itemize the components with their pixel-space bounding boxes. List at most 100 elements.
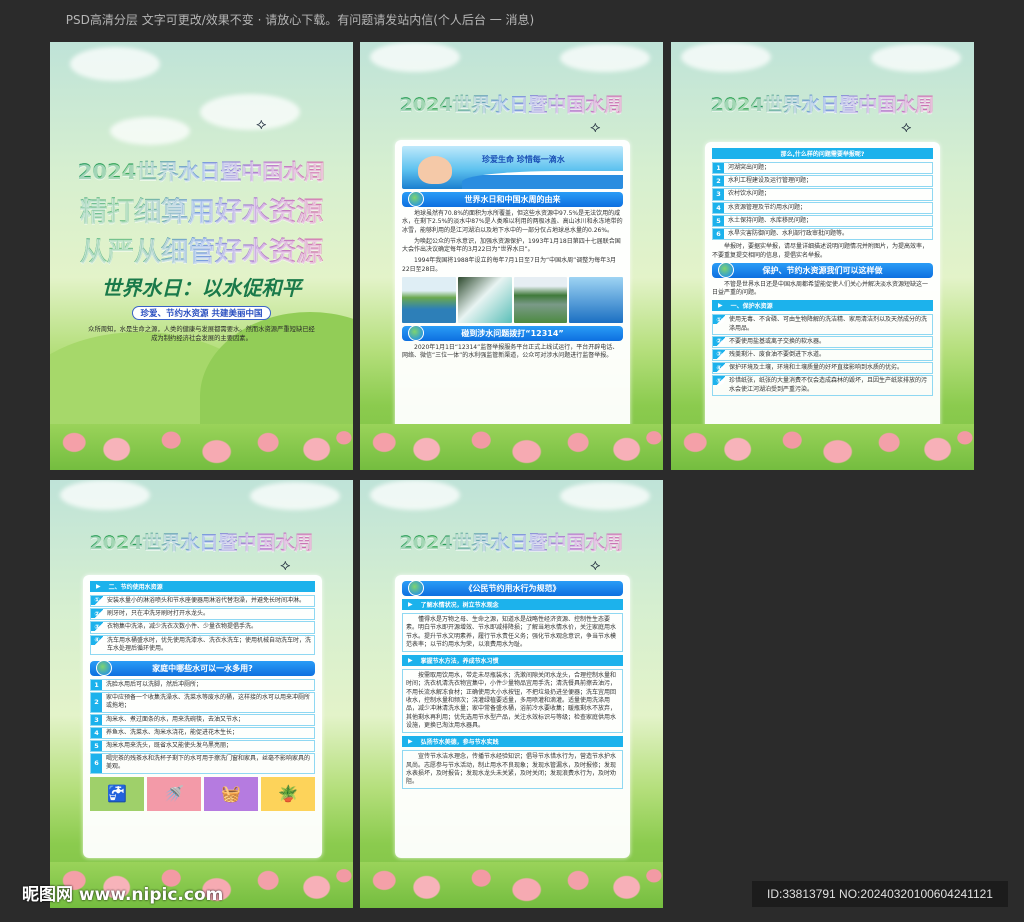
lotus-pond-photo [513,277,568,324]
list-item-text: 水旱灾害防御问题、水利部行政审批问题等。 [728,230,849,238]
list-item: ④ 洗车用水桶盛水时，优先使用洗漆水、洗衣水洗车；使用机械自动洗车时，洗车水处理后… [90,634,315,656]
cover-intro: 众所周知，水是生命之源，人类的健康与发展都需要水。然而水资源严重短缺已经成为制约… [88,326,315,342]
list-item-text: 不要使用盐基或离子交换的软水器。 [729,337,826,345]
number-badge: 3 [713,189,724,200]
list-item: ② 刷牙时，只在冲洗牙刷时打开水龙头。 [90,608,315,621]
flower-field [360,862,663,908]
play-arrow-icon: ▶ [408,601,413,608]
cloud [60,480,150,510]
list-item-text: 淘米水、煮过面条的水，用来洗碗筷，去油又节水； [106,715,245,723]
list-item-text: 安装水量小的淋浴喷头和节水座便器用淋浴代替泡澡，并避免长时间冲淋。 [107,597,306,604]
poster-origin: 2024世界水日暨中国水周 ⟡ 珍爱生命 珍惜每一滴水 世界水日和中国水周的由来… [360,42,663,470]
cloud [871,44,961,72]
section-title: 家庭中哪些水可以一水多用? [152,664,253,674]
list-item-text: 水资源管理及节约用水问题； [728,203,807,211]
section-header: 家庭中哪些水可以一水多用? [90,660,315,677]
list-item: 4 水资源管理及节约用水问题； [712,201,933,214]
number-badge: 6 [713,229,724,240]
cloud [200,94,300,130]
section-header: 碰到涉水问题拨打“12314” [402,325,623,342]
poster-report: 2024世界水日暨中国水周 ⟡ 那么,什么样的问题需要举报呢? 1 河湖突出问题；… [671,42,974,470]
reuse-list: 1 洗脸水用后可以洗脚，然后冲厕所； 2 家中应预备一个收集洗澡水、洗菜水等废水的桶，… [90,679,315,774]
section-header: 保护、节约水资源我们可以这样做 [712,261,933,278]
number-badge: 2 [91,693,102,712]
content-panel: 那么,什么样的问题需要举报呢? 1 河湖突出问题； 2 水利工程建设及运行管理问题； 3… [705,142,940,440]
cloud [370,42,460,72]
content-panel: 珍爱生命 珍惜每一滴水 世界水日和中国水周的由来 地球虽然有70.8%的面积为水… [395,140,630,440]
globe-icon [96,660,112,677]
wash-tub-illustration: 🧺 [204,776,258,811]
cloud [560,44,650,72]
protect-list: ① 使用无毒、不含磷、可由生物降解的洗洁精、家用清洁剂以及天然成分的洗涤用品。 ② 不… [712,314,933,396]
sub-header: ▶ 一、保护水资源 [712,300,933,312]
paragraph: 不管是世界水日还是中国水周都希望能促使人们关心并解决淡水资源短缺这一日益严重的问… [712,280,929,297]
list-item: ① 使用无毒、不含磷、可由生物降解的洗洁精、家用清洁剂以及天然成分的洗涤用品。 [712,314,933,335]
banner-image: 珍爱生命 珍惜每一滴水 [402,146,623,189]
cover-slogan: 世界水日：以水促和平 [101,276,302,300]
number-badge: ② [713,336,725,346]
paragraph: 2020年1月1日“12314”监督举报服务平台正式上线试运行，平台开辟电话、网… [402,344,619,360]
paragraph: 1994年我国将1988年设立的每年7月1日至7日为“中国水周”调整为每年3月2… [402,257,617,273]
flower-field [671,424,974,470]
list-item: 3 农村饮水问题； [712,188,933,201]
waterfall-photo [457,277,512,324]
sub-header: ▶ 了解水情状况，树立节水观念 [402,599,623,610]
save-list: ① 安装水量小的淋浴喷头和节水座便器用淋浴代替泡澡，并避免长时间冲淋。 ② 刷牙时，只… [90,595,315,656]
sub-header: ▶ 掌握节水方法，养成节水习惯 [402,655,623,667]
list-item: ③ 衣物集中洗涤，减少洗衣次数小件、少量衣物提倡手洗。 [90,621,315,634]
swallow-icon: ⟡ [280,555,291,574]
list-item-text: 刷牙时，只在冲洗牙刷时打开水龙头。 [107,610,210,618]
swallow-icon: ⟡ [901,117,912,136]
number-badge: 4 [713,202,724,213]
sub-title: 一、保护水资源 [730,303,773,311]
list-item-text: 洗脸水用后可以洗脚，然后冲厕所； [106,681,203,689]
number-badge: ③ [713,350,725,360]
wave-graphic [462,171,623,189]
list-item-text: 珍惜纸张，纸张的大量消费不仅会造成森林的毁坏，且因生产纸浆排放的污水会使江河湖泊… [729,377,928,393]
watering-plant-illustration: 🪴 [261,776,315,811]
number-badge: ④ [91,635,103,645]
cover-title-line-3: 从严从细管好水资源 [50,230,353,269]
number-badge: 6 [91,754,102,773]
list-item: ④ 保护环境及土壤，环境和土壤质量的好坏直接影响到水质的优劣。 [712,362,933,375]
sea-photo [569,277,623,324]
paragraph: 宣传节水洁水理念，传播节水经验知识；倡导节水惜水行为，营造节水护水风尚。志愿参与… [402,750,623,790]
poster-title: 2024世界水日暨中国水周 [50,528,353,555]
cover-subtitle: 珍爱、节约水资源 共建美丽中国 [50,301,353,320]
number-badge: 4 [91,727,102,739]
number-badge: 2 [713,176,724,187]
section-title: 保护、节约水资源我们可以这样做 [762,265,883,275]
poster-title: 2024世界水日暨中国水周 [360,90,663,117]
paragraph: 举报时，要据实举报，请尽量详细描述说明问题情况并附图片，为提高效率，不要重复提交… [712,243,929,259]
faucet-illustration: 🚿 [147,776,201,811]
list-item-text: 水利工程建设及运行管理问题； [728,177,813,185]
cover-title-line-1: 2024世界水日暨中国水周 [50,156,353,186]
sub-header: ▶ 弘扬节水美德，参与节水实践 [402,736,623,748]
content-panel: ▶ 二、节约使用水资源 ① 安装水量小的淋浴喷头和节水座便器用淋浴代替泡澡，并避免长… [83,575,322,858]
list-item: 6 水旱灾害防御问题、水利部行政审批问题等。 [712,228,933,241]
sub-title: 二、节约使用水资源 [108,584,163,591]
hands-icon [418,156,452,184]
flower-field [50,424,353,470]
cloud [370,480,460,510]
sub-header: ▶ 二、节约使用水资源 [90,581,315,592]
report-list: 1 河湖突出问题； 2 水利工程建设及运行管理问题； 3 农村饮水问题； 4 水资源管理及节约… [712,162,933,241]
list-item: 1 洗脸水用后可以洗脚，然后冲厕所； [90,679,315,692]
list-item: ③ 残羹剩汁、废食油不要倒进下水道。 [712,349,933,362]
number-badge: ⑤ [713,376,725,386]
list-item-text: 河湖突出问题； [728,164,771,171]
list-item-text: 保护环境及土壤，环境和土壤质量的好坏直接影响到水质的优劣。 [729,364,904,372]
number-badge: 5 [713,215,724,227]
globe-icon [408,325,424,342]
sub-title: 了解水情状况，树立节水观念 [420,602,499,609]
play-arrow-icon: ▶ [408,738,413,746]
paragraph: 为唤起公众的节水意识，加强水资源保护，1993年1月18日第四十七届联合国大会作… [402,237,621,254]
swallow-icon: ⟡ [590,555,601,574]
list-item: 4 养鱼水、洗菜水、淘米水浇花，能促进花木生长； [90,726,315,740]
number-badge: ② [91,609,103,619]
list-item-text: 家中应预备一个收集洗澡水、洗菜水等废水的桶，这样接的水可以用来冲厕所或拖地； [106,694,311,710]
list-item-text: 农村饮水问题； [728,190,771,198]
list-item: ① 安装水量小的淋浴喷头和节水座便器用淋浴代替泡澡，并避免长时间冲淋。 [90,595,315,608]
number-badge: ① [91,596,103,605]
poster-title: 2024世界水日暨中国水周 [671,90,974,117]
